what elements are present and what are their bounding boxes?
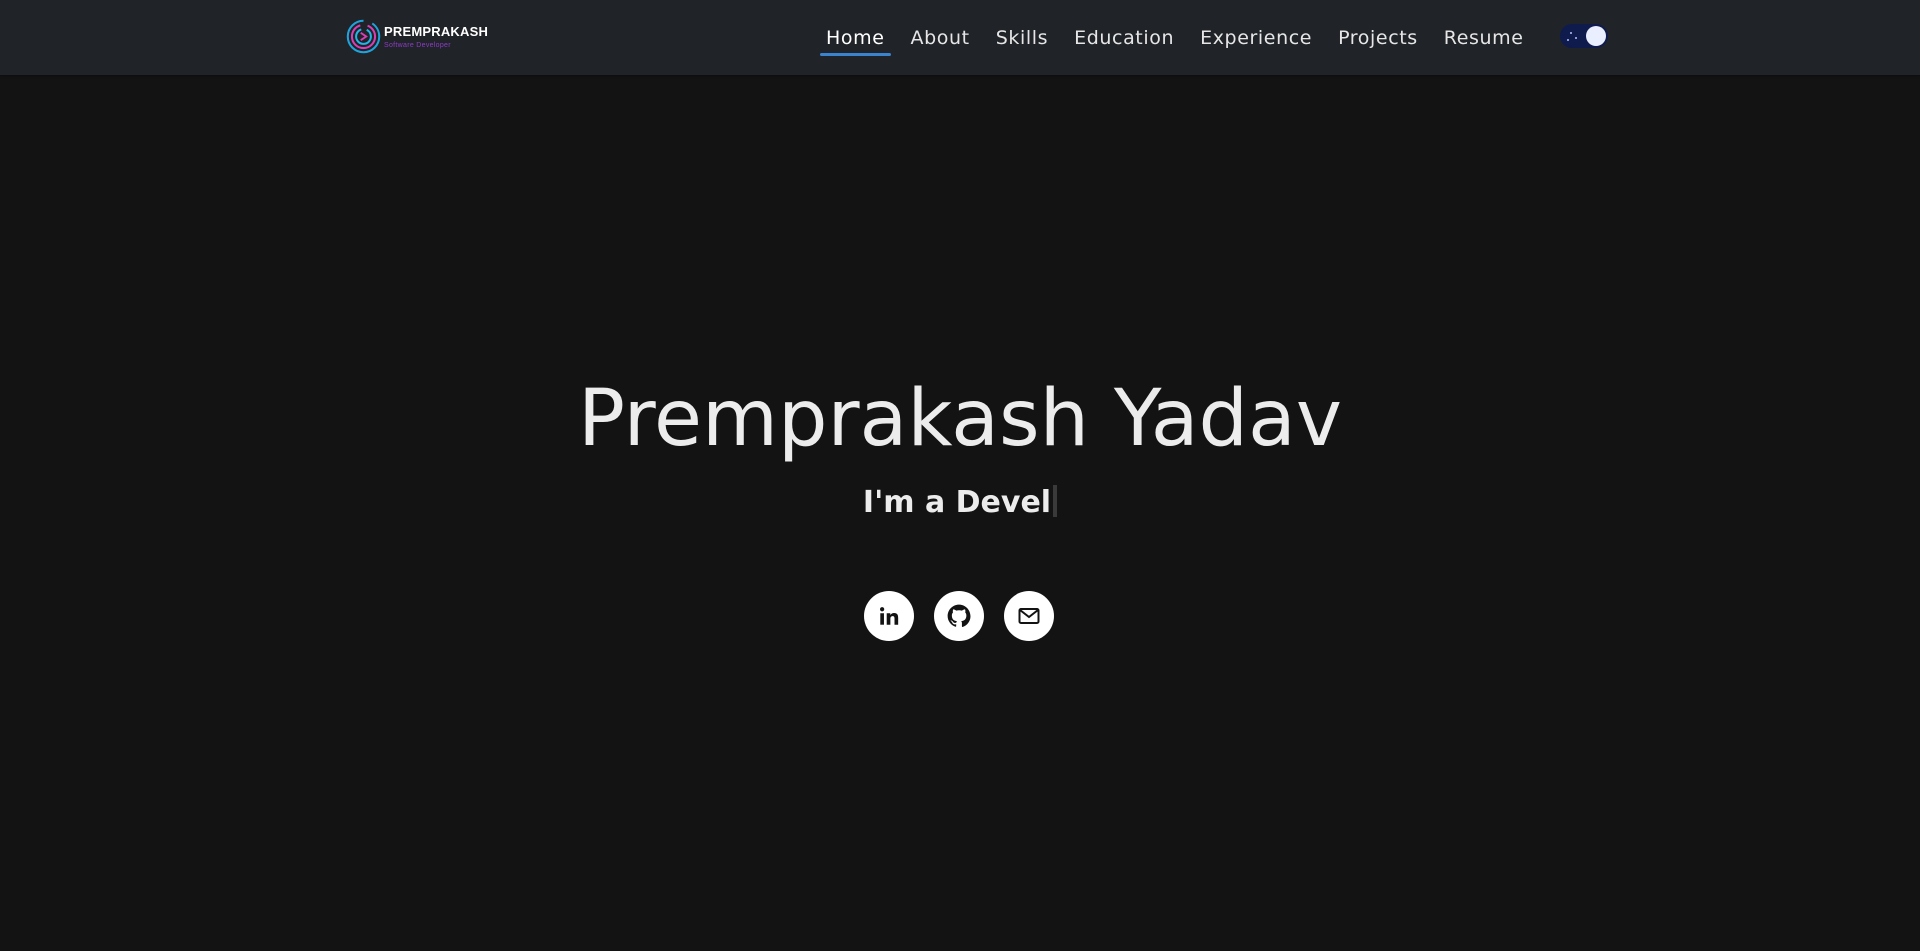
theme-toggle[interactable]	[1560, 24, 1608, 48]
brand-text: PREMPRAKASH Software Developer	[384, 25, 488, 49]
linkedin-button[interactable]	[864, 591, 914, 641]
toggle-star-icon	[1567, 39, 1569, 41]
nav-item-skills[interactable]: Skills	[990, 3, 1054, 73]
nav-item-home[interactable]: Home	[820, 3, 891, 73]
github-button[interactable]	[934, 591, 984, 641]
typing-cursor	[1053, 485, 1058, 517]
brand-name: PREMPRAKASH	[384, 23, 489, 39]
nav-item-resume[interactable]: Resume	[1438, 3, 1530, 73]
hero-name: Premprakash Yadav	[577, 374, 1342, 464]
social-links	[864, 591, 1074, 641]
toggle-star-icon	[1575, 37, 1577, 39]
mail-icon	[1018, 608, 1040, 624]
navbar: PREMPRAKASH Software Developer Home Abou…	[0, 0, 1920, 75]
nav-item-experience[interactable]: Experience	[1194, 3, 1318, 73]
toggle-knob	[1586, 26, 1606, 46]
nav-item-about[interactable]: About	[905, 3, 976, 73]
nav-item-education[interactable]: Education	[1068, 3, 1180, 73]
nav-menu: Home About Skills Education Experience P…	[820, 0, 1544, 75]
hero-subtitle: I'm a Devel	[0, 485, 1920, 518]
hero-subtitle-prefix: I'm a	[862, 485, 956, 520]
brand-logo-icon	[346, 19, 381, 54]
brand-tagline: Software Developer	[384, 41, 451, 49]
toggle-star-icon	[1570, 32, 1572, 34]
brand-logo-link[interactable]: PREMPRAKASH Software Developer	[345, 18, 488, 55]
hero-typed-text: Devel	[955, 485, 1052, 520]
linkedin-icon	[880, 607, 899, 625]
hero-section: Premprakash Yadav I'm a Devel	[0, 75, 1920, 951]
nav-item-projects[interactable]: Projects	[1332, 3, 1424, 73]
mail-button[interactable]	[1004, 591, 1054, 641]
github-icon	[947, 604, 971, 627]
